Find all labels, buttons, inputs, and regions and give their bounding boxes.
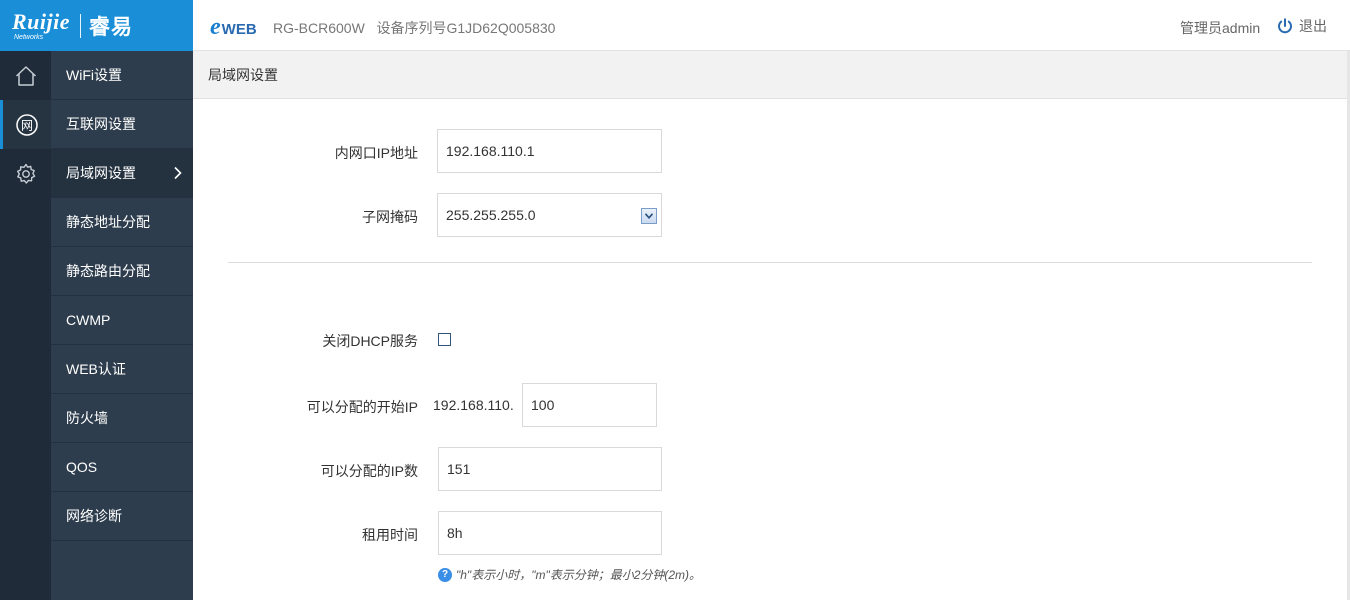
menu-item-label: 局域网设置 — [66, 165, 136, 181]
brand-name-cn: 睿易 — [89, 15, 134, 39]
admin-user[interactable]: 管理员admin — [1180, 18, 1260, 38]
dhcp-disable-checkbox[interactable] — [438, 333, 451, 346]
dropdown-button[interactable] — [641, 208, 657, 224]
menu-item-wifi[interactable]: WiFi设置 — [51, 51, 193, 100]
eweb-logo: e WEB — [210, 14, 257, 40]
ip-count-input[interactable] — [438, 447, 662, 491]
rail-network[interactable]: 网 — [0, 100, 51, 149]
home-icon — [15, 65, 36, 86]
menu-item-qos[interactable]: QOS — [51, 443, 193, 492]
rail-settings[interactable] — [0, 149, 51, 198]
brand-subtitle: Networks — [14, 33, 44, 41]
menu-item-label: 静态路由分配 — [66, 263, 150, 279]
menu-item-label: 静态地址分配 — [66, 214, 150, 230]
lan-ip-label: 内网口IP地址 — [334, 145, 418, 161]
start-ip-prefix: 192.168.110. — [433, 397, 514, 413]
power-icon — [1278, 18, 1292, 34]
menu-item-label: 互联网设置 — [66, 116, 136, 132]
hint-text: "h"表示小时，"m"表示分钟；最小2分钟(2m)。 — [456, 568, 702, 582]
subnet-mask-label: 子网掩码 — [362, 209, 418, 225]
network-icon: 网 — [16, 113, 38, 136]
logo: Ruijie Networks 睿易 — [0, 0, 193, 51]
device-info: RG-BCR600W 设备序列号G1JD62Q005830 — [273, 18, 555, 38]
logo-separator — [80, 13, 82, 38]
dhcp-disable-label: 关闭DHCP服务 — [322, 333, 418, 349]
menu-item-static-route[interactable]: 静态路由分配 — [51, 247, 193, 296]
device-model: RG-BCR600W — [273, 20, 365, 36]
ip-count-label: 可以分配的IP数 — [320, 463, 418, 479]
menu-item-label: CWMP — [66, 312, 111, 328]
lease-time-hint: ? "h"表示小时，"m"表示分钟；最小2分钟(2m)。 — [438, 566, 701, 583]
page-title: 局域网设置 — [193, 51, 1350, 99]
subnet-mask-select[interactable]: 255.255.255.0 — [437, 193, 662, 237]
logout-label: 退出 — [1299, 18, 1327, 34]
start-ip-label: 可以分配的开始IP — [306, 399, 418, 415]
lan-ip-input[interactable] — [437, 129, 662, 173]
icon-rail: 网 — [0, 51, 51, 600]
menu-item-label: 网络诊断 — [66, 508, 122, 524]
lease-time-label: 租用时间 — [362, 527, 418, 543]
logout-button[interactable]: 退出 — [1277, 16, 1327, 36]
menu-item-lan[interactable]: 局域网设置 — [51, 149, 193, 198]
menu-item-cwmp[interactable]: CWMP — [51, 296, 193, 345]
lease-time-input[interactable] — [438, 511, 662, 555]
top-header: Ruijie Networks 睿易 e WEB RG-BCR600W 设备序列… — [0, 0, 1350, 51]
subnet-mask-value: 255.255.255.0 — [446, 207, 536, 223]
menu-item-diagnostics[interactable]: 网络诊断 — [51, 492, 193, 541]
start-ip-input[interactable] — [522, 383, 657, 427]
help-icon: ? — [438, 567, 452, 582]
chevron-down-icon — [645, 213, 653, 219]
brand-name: Ruijie — [12, 8, 71, 34]
sidebar-menu: WiFi设置 互联网设置 局域网设置 静态地址分配 静态路由分配 CWMP WE… — [51, 51, 193, 600]
device-serial: 设备序列号G1JD62Q005830 — [376, 20, 556, 36]
menu-item-label: WEB认证 — [66, 361, 126, 377]
rail-home[interactable] — [0, 51, 51, 100]
menu-item-label: WiFi设置 — [66, 67, 122, 83]
svg-text:网: 网 — [21, 118, 33, 132]
section-divider — [228, 262, 1312, 263]
menu-item-label: 防火墙 — [66, 410, 108, 426]
menu-item-static-address[interactable]: 静态地址分配 — [51, 198, 193, 247]
menu-item-internet[interactable]: 互联网设置 — [51, 100, 193, 149]
gear-icon — [16, 163, 35, 184]
menu-item-firewall[interactable]: 防火墙 — [51, 394, 193, 443]
menu-item-label: QOS — [66, 459, 98, 475]
chevron-right-icon — [174, 166, 182, 180]
menu-item-web-auth[interactable]: WEB认证 — [51, 345, 193, 394]
